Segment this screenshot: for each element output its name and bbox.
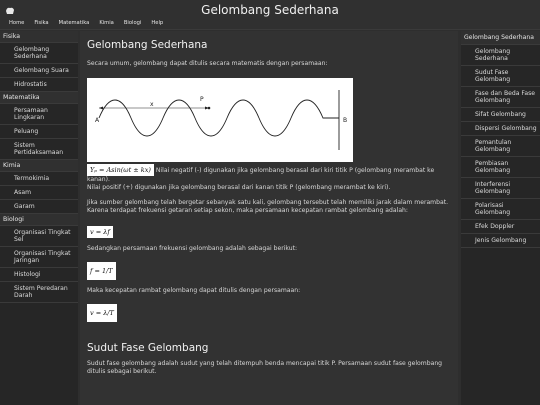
sidebar-item[interactable]: Organisasi Tingkat Jaringan: [0, 247, 78, 268]
figure-label-p: P: [200, 96, 204, 103]
toc-item[interactable]: Pembiasan Gelombang: [461, 157, 540, 178]
toc-item[interactable]: Efek Doppler: [461, 220, 540, 234]
toc-item[interactable]: Gelombang Sederhana: [461, 45, 540, 66]
sidebar-item[interactable]: Sistem Peredaran Darah: [0, 282, 78, 303]
sidebar-item[interactable]: Gelombang Sederhana: [0, 43, 78, 64]
figure-label-b: B: [343, 117, 347, 124]
sidebar-item[interactable]: Organisasi Tingkat Sel: [0, 226, 78, 247]
right-sidebar: Gelombang Sederhana Gelombang Sederhana …: [461, 31, 540, 405]
paragraph-velocity: Jika sumber gelombang telah bergetar seb…: [87, 199, 449, 214]
paragraph-positive: Nilai positif (+) digunakan jika gelomba…: [87, 184, 391, 191]
toc-item[interactable]: Interferensi Gelombang: [461, 178, 540, 199]
sidebar-section-kimia[interactable]: Kimia: [0, 160, 78, 172]
toc-item[interactable]: Sifat Gelombang: [461, 108, 540, 122]
toc-item[interactable]: Polarisasi Gelombang: [461, 199, 540, 220]
formula-velocity: v = λf: [87, 226, 113, 238]
sidebar-section-fisika[interactable]: Fisika: [0, 31, 78, 43]
sidebar-item[interactable]: Persamaan Lingkaran: [0, 104, 78, 125]
page-header-title: Gelombang Sederhana: [201, 3, 339, 17]
sidebar-item[interactable]: Garam: [0, 200, 78, 214]
sidebar-section-matematika[interactable]: Matematika: [0, 92, 78, 104]
menu-home[interactable]: Home: [4, 17, 29, 29]
section-title-phase: Sudut Fase Gelombang: [87, 342, 209, 354]
intro-text: Secara umum, gelombang dapat ditulis sec…: [87, 60, 328, 67]
toc-item[interactable]: Pemantulan Gelombang: [461, 136, 540, 157]
toc-item[interactable]: Fase dan Beda Fase Gelombang: [461, 87, 540, 108]
wave-diagram: A x P B: [95, 90, 347, 150]
sidebar-section-biologi[interactable]: Biologi: [0, 214, 78, 226]
sidebar-item[interactable]: Peluang: [0, 125, 78, 139]
sidebar-item[interactable]: Termokimia: [0, 172, 78, 186]
sidebar-item[interactable]: Hidrostatis: [0, 78, 78, 92]
menu-bar: Home Fisika Matematika Kimia Biologi Hel…: [0, 17, 168, 29]
menu-fisika[interactable]: Fisika: [29, 17, 53, 29]
page-title: Gelombang Sederhana: [87, 39, 208, 51]
paragraph-phase: Sudut fase gelombang adalah sudut yang t…: [87, 360, 443, 375]
left-sidebar: Fisika Gelombang Sederhana Gelombang Sua…: [0, 31, 78, 405]
paragraph-velocity-period: Maka kecepatan rambat gelombang dapat di…: [87, 287, 301, 294]
sidebar-item[interactable]: Histologi: [0, 268, 78, 282]
toc-item[interactable]: Jenis Gelombang: [461, 234, 540, 248]
figure-label-x: x: [150, 101, 154, 108]
main-content: Gelombang Sederhana Secara umum, gelomba…: [80, 31, 458, 405]
sidebar-item[interactable]: Asam: [0, 186, 78, 200]
top-bar: Gelombang Sederhana Home Fisika Matemati…: [0, 0, 540, 30]
toc-title: Gelombang Sederhana: [461, 31, 540, 45]
formula-frequency: f = 1/T: [87, 262, 116, 280]
formula-velocity-period: v = λ/T: [87, 304, 117, 322]
menu-help[interactable]: Help: [146, 17, 168, 29]
toc-item[interactable]: Sudut Fase Gelombang: [461, 66, 540, 87]
menu-kimia[interactable]: Kimia: [94, 17, 119, 29]
paragraph-frequency: Sedangkan persamaan frekuensi gelombang …: [87, 245, 298, 252]
menu-matematika[interactable]: Matematika: [54, 17, 95, 29]
sidebar-item[interactable]: Sistem Pertidaksamaan: [0, 139, 78, 160]
sidebar-item[interactable]: Gelombang Suara: [0, 64, 78, 78]
formula-wave-equation: Yₚ = Asin(ωt ± kx): [87, 164, 154, 176]
wave-figure: A x P B: [87, 78, 353, 162]
menu-biologi[interactable]: Biologi: [119, 17, 147, 29]
toc-item[interactable]: Dispersi Gelombang: [461, 122, 540, 136]
